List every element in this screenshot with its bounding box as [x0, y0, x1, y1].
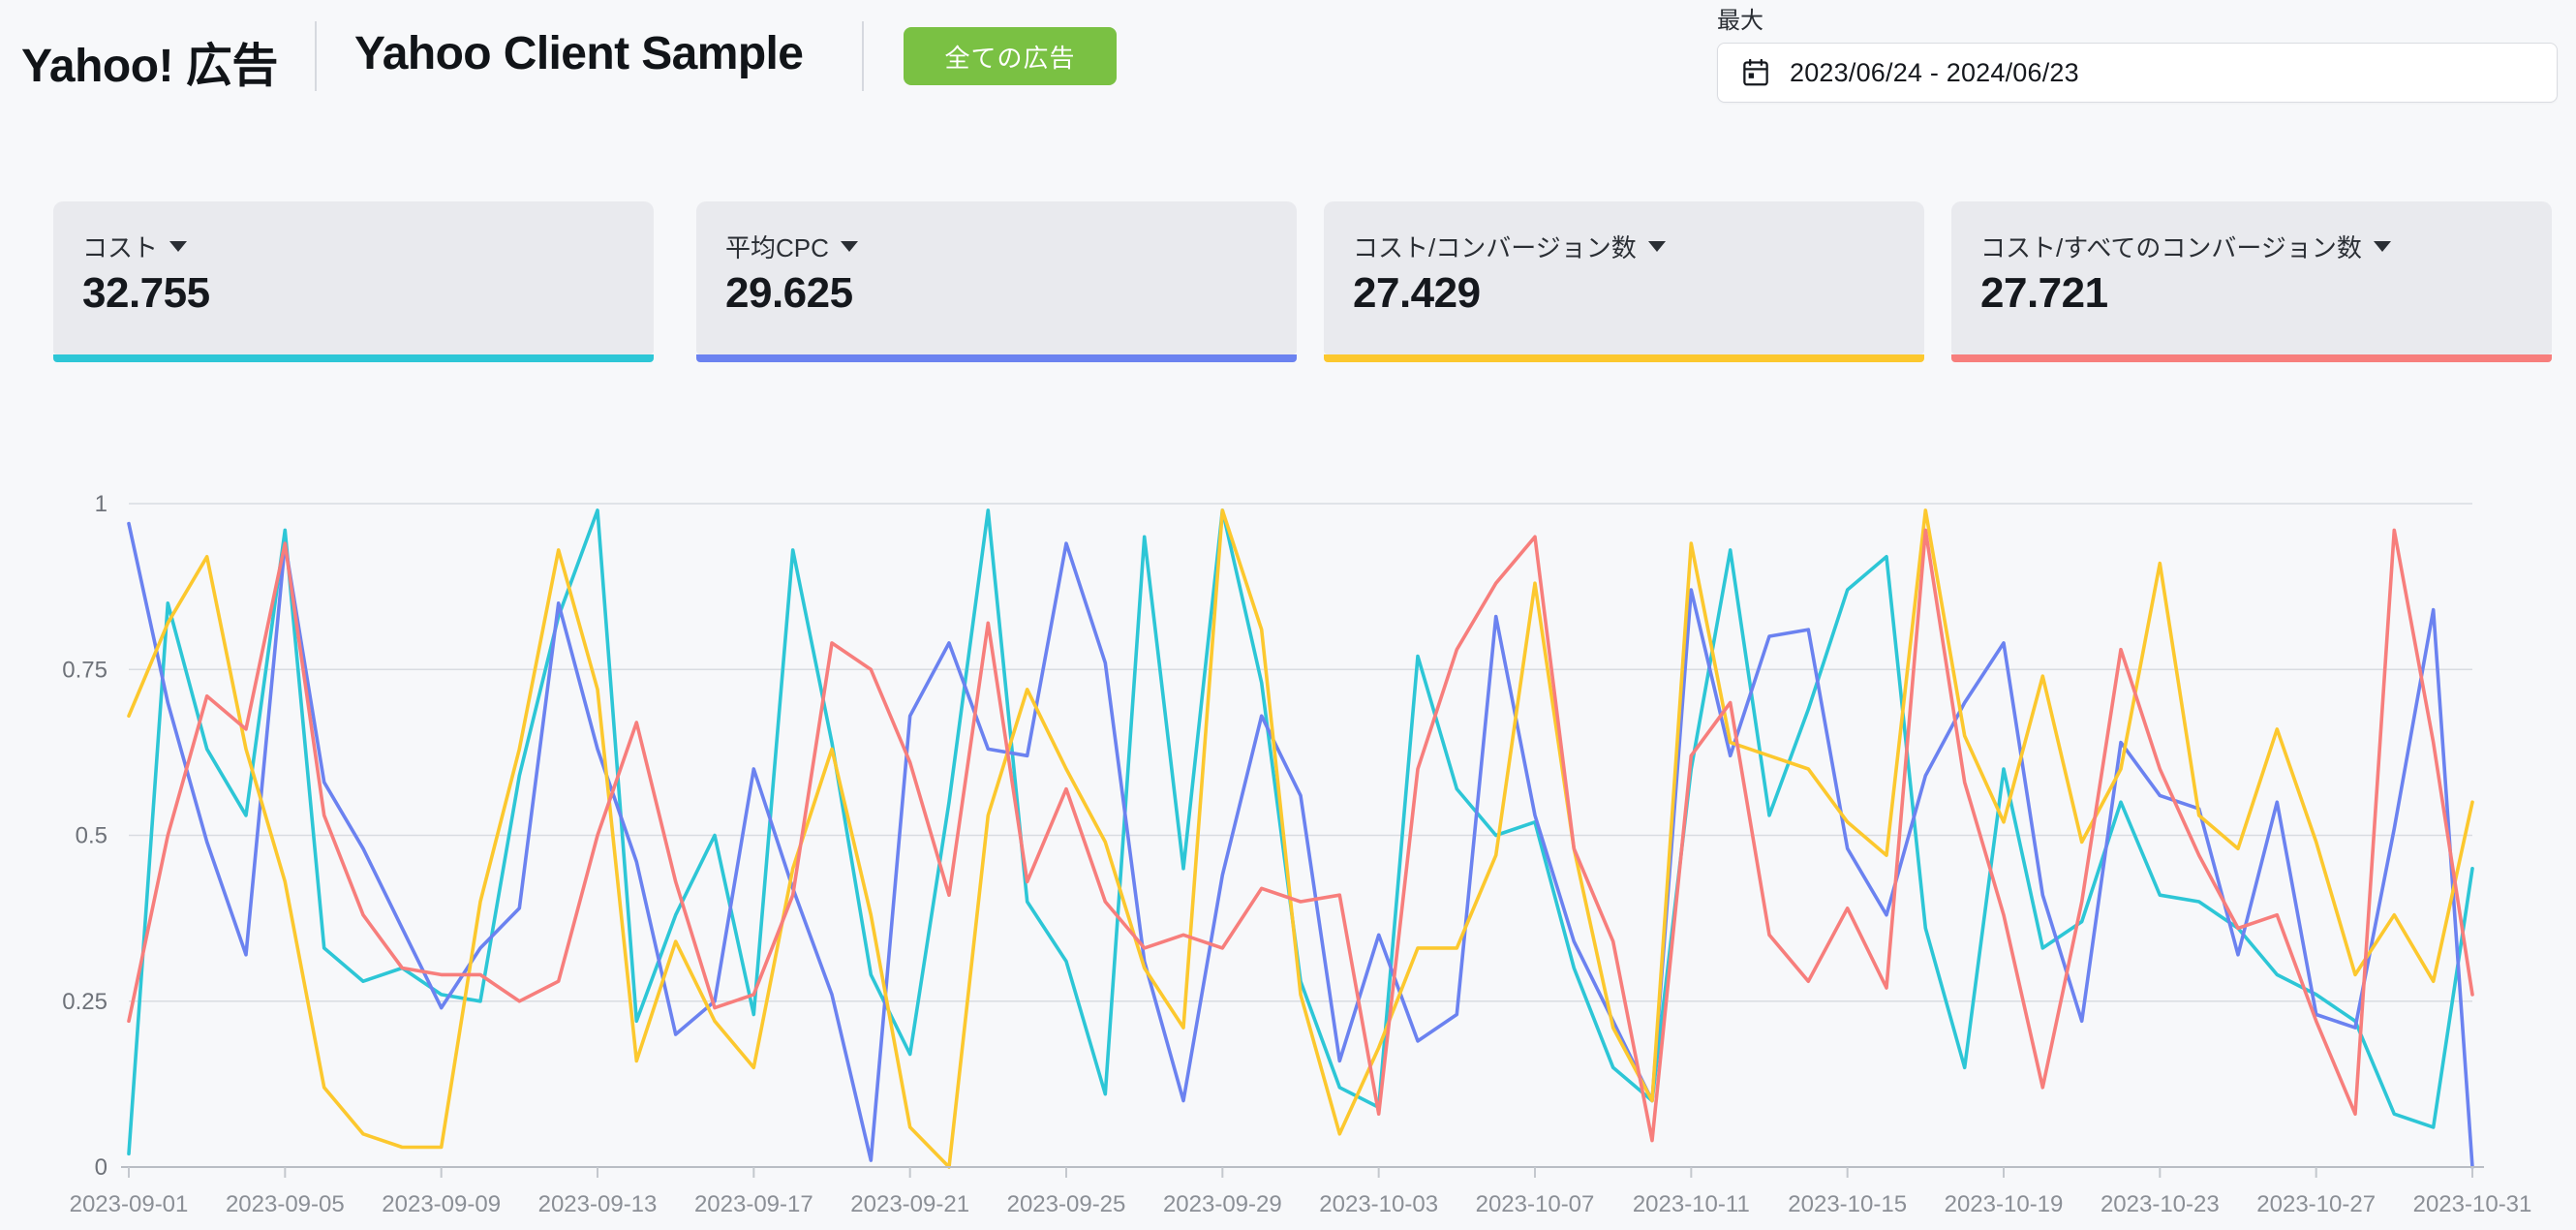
page-header: Yahoo! 広告 Yahoo Client Sample 全ての広告 最大 2…: [0, 0, 2576, 116]
header-divider: [315, 21, 317, 91]
x-axis-tick-label: 2023-10-27: [2256, 1191, 2376, 1217]
y-axis-tick-label: 0.25: [62, 989, 107, 1015]
x-axis-tick-label: 2023-09-29: [1163, 1191, 1282, 1217]
x-axis-tick-label: 2023-10-11: [1633, 1191, 1750, 1217]
metric-card-value: 29.625: [725, 269, 853, 318]
x-axis-tick-label: 2023-09-13: [538, 1191, 658, 1217]
metric-card-header[interactable]: 平均CPC: [725, 229, 858, 264]
date-range-picker: 最大 2023/06/24 - 2024/06/23: [1717, 8, 2560, 103]
chevron-down-icon[interactable]: [1648, 241, 1666, 252]
y-axis-tick-label: 1: [95, 491, 107, 517]
x-axis-tick-label: 2023-09-17: [694, 1191, 813, 1217]
metric-card-header[interactable]: コスト/コンバージョン数: [1353, 229, 1666, 264]
x-axis-tick-label: 2023-10-23: [2101, 1191, 2220, 1217]
x-axis-tick-label: 2023-09-05: [226, 1191, 345, 1217]
chevron-down-icon[interactable]: [2374, 241, 2391, 252]
metric-card-label: コスト: [82, 229, 158, 264]
x-axis-tick-label: 2023-10-07: [1476, 1191, 1595, 1217]
metric-card-cost-per-all-conversion[interactable]: コスト/すべてのコンバージョン数 27.721: [1951, 201, 2552, 354]
metrics-line-chart[interactable]: 0 0.25 0.5 0.75 1 2023-09-01 2023-09-05 2023-09…: [0, 455, 2576, 1230]
chevron-down-icon[interactable]: [169, 241, 187, 252]
date-range-label: 最大: [1717, 8, 2560, 35]
metric-card-label: 平均CPC: [725, 229, 829, 264]
x-axis-tick-label: 2023-10-19: [1945, 1191, 2064, 1217]
date-range-input[interactable]: 2023/06/24 - 2024/06/23: [1717, 43, 2558, 103]
metric-card-avg-cpc[interactable]: 平均CPC 29.625: [696, 201, 1297, 354]
metric-card-accent: [53, 354, 654, 362]
metric-card-cost-per-conversion[interactable]: コスト/コンバージョン数 27.429: [1324, 201, 1924, 354]
metric-card-header[interactable]: コスト: [82, 229, 187, 264]
y-axis-tick-label: 0.5: [76, 823, 107, 849]
chart-series-line[interactable]: [129, 510, 2472, 1167]
x-axis-tick-label: 2023-09-01: [70, 1191, 189, 1217]
date-range-value: 2023/06/24 - 2024/06/23: [1790, 58, 2079, 88]
metric-card-header[interactable]: コスト/すべてのコンバージョン数: [1980, 229, 2391, 264]
calendar-icon: [1743, 59, 1768, 86]
metric-card-accent: [1951, 354, 2552, 362]
chevron-down-icon[interactable]: [841, 241, 858, 252]
metric-card-value: 27.721: [1980, 269, 2108, 318]
client-name: Yahoo Client Sample: [354, 27, 803, 80]
metric-cards: コスト 32.755 平均CPC 29.625 コスト/コンバージョン数 27.…: [53, 201, 2525, 354]
y-axis-tick-label: 0.75: [62, 657, 107, 683]
metric-card-accent: [696, 354, 1297, 362]
x-axis-tick-label: 2023-09-21: [850, 1191, 969, 1217]
metric-card-value: 27.429: [1353, 269, 1481, 318]
brand-logo: Yahoo! 広告: [21, 27, 278, 95]
x-axis-tick-label: 2023-09-09: [382, 1191, 501, 1217]
x-axis-tick-label: 2023-10-15: [1788, 1191, 1907, 1217]
metric-card-accent: [1324, 354, 1924, 362]
chart-series-line[interactable]: [129, 510, 2472, 1153]
x-axis-tick-label: 2023-10-03: [1319, 1191, 1438, 1217]
metric-card-label: コスト/コンバージョン数: [1353, 229, 1637, 264]
metric-card-value: 32.755: [82, 269, 210, 318]
y-axis-tick-label: 0: [95, 1154, 107, 1181]
x-axis-tick-label: 2023-09-25: [1007, 1191, 1126, 1217]
metric-card-label: コスト/すべてのコンバージョン数: [1980, 229, 2362, 264]
chart-series-line[interactable]: [129, 524, 2472, 1167]
chart-canvas: 0 0.25 0.5 0.75 1 2023-09-01 2023-09-05 2023-09…: [0, 455, 2576, 1230]
header-divider-2: [862, 21, 864, 91]
x-axis-tick-label: 2023-10-31: [2413, 1191, 2532, 1217]
metric-card-cost[interactable]: コスト 32.755: [53, 201, 654, 354]
all-ads-button[interactable]: 全ての広告: [904, 27, 1117, 85]
